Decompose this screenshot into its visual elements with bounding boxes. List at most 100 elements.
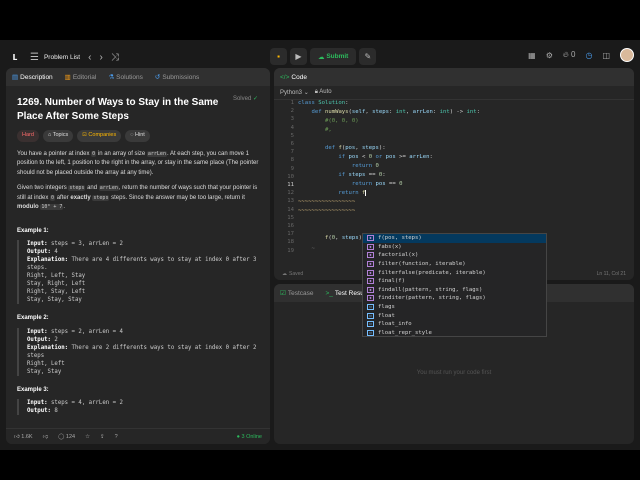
autocomplete-item[interactable]: ◆ f(pos, steps)	[363, 234, 546, 243]
autocomplete-item[interactable]: ◆ filterfalse(predicate, iterable)	[363, 268, 546, 277]
timer-icon[interactable]: ◷	[585, 51, 592, 60]
autocomplete-item[interactable]: ◆ filter(function, iterable)	[363, 260, 546, 269]
variable-icon: ▭	[367, 321, 374, 328]
variable-icon: ▭	[367, 312, 374, 319]
settings-icon[interactable]: ⚙	[546, 51, 553, 60]
tab-test-result[interactable]: >_ Test Result	[325, 290, 367, 297]
line-number: 6	[290, 141, 294, 147]
shuffle-icon[interactable]: ⤨	[111, 52, 119, 63]
code-line: ~~~~~~~~~~~~~~~~~	[298, 199, 356, 205]
autocomplete-item[interactable]: ▭ float_repr_style	[363, 329, 546, 338]
output-label: Output:	[27, 408, 51, 414]
line-number: 15	[287, 214, 294, 221]
autocomplete-item[interactable]: ▭ flags	[363, 303, 546, 312]
code-editor[interactable]: 1 2 3 4 5 6 7 8 9 10 11 12 13 14 15 16 17 18 19 class Solu…	[274, 100, 634, 254]
topics-label: Topics	[52, 132, 69, 138]
autocomplete-item[interactable]: ◆ factorial(x)	[363, 251, 546, 260]
line-number: 16	[287, 223, 294, 229]
example-output: 4	[54, 249, 58, 255]
line-number: 8	[290, 157, 294, 164]
tab-label: Solutions	[116, 74, 143, 81]
auto-label: Auto	[319, 89, 332, 95]
thumbs-down-icon: 👎︎	[42, 433, 49, 440]
problem-list-link[interactable]: Problem List	[44, 54, 80, 61]
top-right-tools: ▦ ⚙ 🔥︎ 0 ◷ ◫	[528, 48, 634, 62]
share-icon[interactable]: ⇪	[100, 434, 105, 440]
submit-button[interactable]: ☁ Submit	[310, 48, 357, 65]
function-icon: ◆	[367, 278, 374, 285]
debug-button[interactable]: ▪	[270, 48, 287, 65]
autocomplete-label: final(f)	[378, 278, 405, 285]
topics-tag[interactable]: ⌂ Topics	[42, 130, 74, 142]
comment-icon: ◯	[58, 433, 66, 440]
line-number: 17	[287, 231, 294, 238]
cursor-position: Ln 11, Col 21	[596, 271, 626, 277]
line-number: 13	[287, 198, 294, 205]
function-icon: ◆	[367, 261, 374, 268]
leetcode-logo[interactable]: ʟ	[8, 50, 22, 64]
autocomplete-item[interactable]: ◆ finditer(pattern, string, flags)	[363, 294, 546, 303]
autocomplete-item[interactable]: ◆ fabs(x)	[363, 243, 546, 252]
checkbox-icon: ☑	[280, 290, 286, 297]
output-label: Output:	[27, 336, 51, 343]
tab-code[interactable]: </> Code	[280, 74, 307, 81]
run-button[interactable]: ▶	[290, 48, 307, 65]
favorite-icon[interactable]: ☆	[85, 434, 90, 440]
comments-button[interactable]: ◯ 124	[58, 434, 75, 440]
bold-text: modulo	[17, 204, 39, 210]
terminal-icon: >_	[325, 289, 333, 297]
submit-label: Submit	[326, 53, 349, 60]
avatar[interactable]	[620, 48, 634, 62]
notes-button[interactable]: ✎	[359, 48, 377, 65]
inline-code: arrLen	[98, 185, 119, 191]
example-input: steps = 3, arrLen = 2	[50, 241, 123, 247]
companies-tag[interactable]: ⊡ Companies	[77, 130, 122, 142]
streak-icon[interactable]: 🔥︎ 0	[563, 50, 576, 60]
example-explanation: There are 4 differents ways to stay at i…	[27, 257, 257, 303]
code-line: return 0	[351, 163, 379, 169]
check-icon: ✓	[252, 96, 258, 102]
layout-icon[interactable]: ▦	[528, 51, 536, 60]
autocomplete-popup: ◆ f(pos, steps) ◆ fabs(x) ◆ factorial(x) ◆ filt…	[362, 233, 547, 337]
autocomplete-label: float_repr_style	[378, 329, 432, 336]
premium-icon[interactable]: ◫	[602, 51, 610, 60]
autocomplete-label: finditer(pattern, string, flags)	[378, 295, 486, 302]
example-box: Input: steps = 3, arrLen = 2 Output: 4 E…	[17, 240, 259, 304]
language-select[interactable]: Python3 ⌄	[280, 89, 309, 96]
tab-editorial[interactable]: ▥ Editorial	[65, 73, 97, 81]
autocomplete-item[interactable]: ◆ final(f)	[363, 277, 546, 286]
autocomplete-label: factorial(x)	[378, 252, 419, 259]
help-icon[interactable]: ?	[115, 434, 118, 440]
tab-label: Submissions	[162, 74, 200, 81]
autocomplete-item[interactable]: ▭ float_info	[363, 320, 546, 329]
tab-solutions[interactable]: ⚗ Solutions	[108, 73, 143, 81]
tab-submissions[interactable]: ↺ Submissions	[155, 73, 199, 81]
tab-testcase[interactable]: ☑ Testcase	[280, 289, 313, 297]
tab-description[interactable]: ▤ Description	[12, 73, 53, 81]
text: in an array of size	[96, 150, 147, 157]
example-1: Example 1: Input: steps = 3, arrLen = 2 …	[17, 227, 259, 304]
auto-mode[interactable]: 🔒︎ Auto	[315, 89, 332, 96]
hint-tag[interactable]: ◌ Hint	[125, 130, 150, 142]
variable-icon: ▭	[367, 329, 374, 336]
description-panel: ▤ Description ▥ Editorial ⚗ Solutions ↺ Subm…	[6, 68, 270, 444]
description-paragraph-2: Given two integers steps and arrLen, ret…	[17, 184, 259, 213]
dislike-button[interactable]: 👎︎	[43, 434, 49, 440]
tab-label: Description	[20, 74, 53, 81]
saved-status: Saved	[289, 271, 304, 277]
like-button[interactable]: 👍︎ 1.6K	[14, 434, 33, 440]
next-problem-icon[interactable]: ›	[99, 52, 102, 63]
autocomplete-label: f(pos, steps)	[378, 235, 422, 242]
problem-description: 1269. Number of Ways to Stay in the Same…	[6, 86, 270, 421]
example-heading: Example 3:	[17, 386, 49, 393]
function-icon: ◆	[367, 295, 374, 302]
autocomplete-item[interactable]: ◆ findall(pattern, string, flags)	[363, 286, 546, 295]
function-icon: ◆	[367, 235, 374, 242]
autocomplete-item[interactable]: ▭ float	[363, 311, 546, 320]
problem-title: 1269. Number of Ways to Stay in the Same…	[17, 97, 219, 122]
description-tabs: ▤ Description ▥ Editorial ⚗ Solutions ↺ Subm…	[6, 68, 270, 86]
description-paragraph-1: You have a pointer at index 0 in an arra…	[17, 150, 259, 179]
prev-problem-icon[interactable]: ‹	[88, 52, 91, 63]
inline-code: steps	[68, 185, 86, 191]
tag-row: Hard ⌂ Topics ⊡ Companies ◌ Hint	[17, 130, 259, 142]
